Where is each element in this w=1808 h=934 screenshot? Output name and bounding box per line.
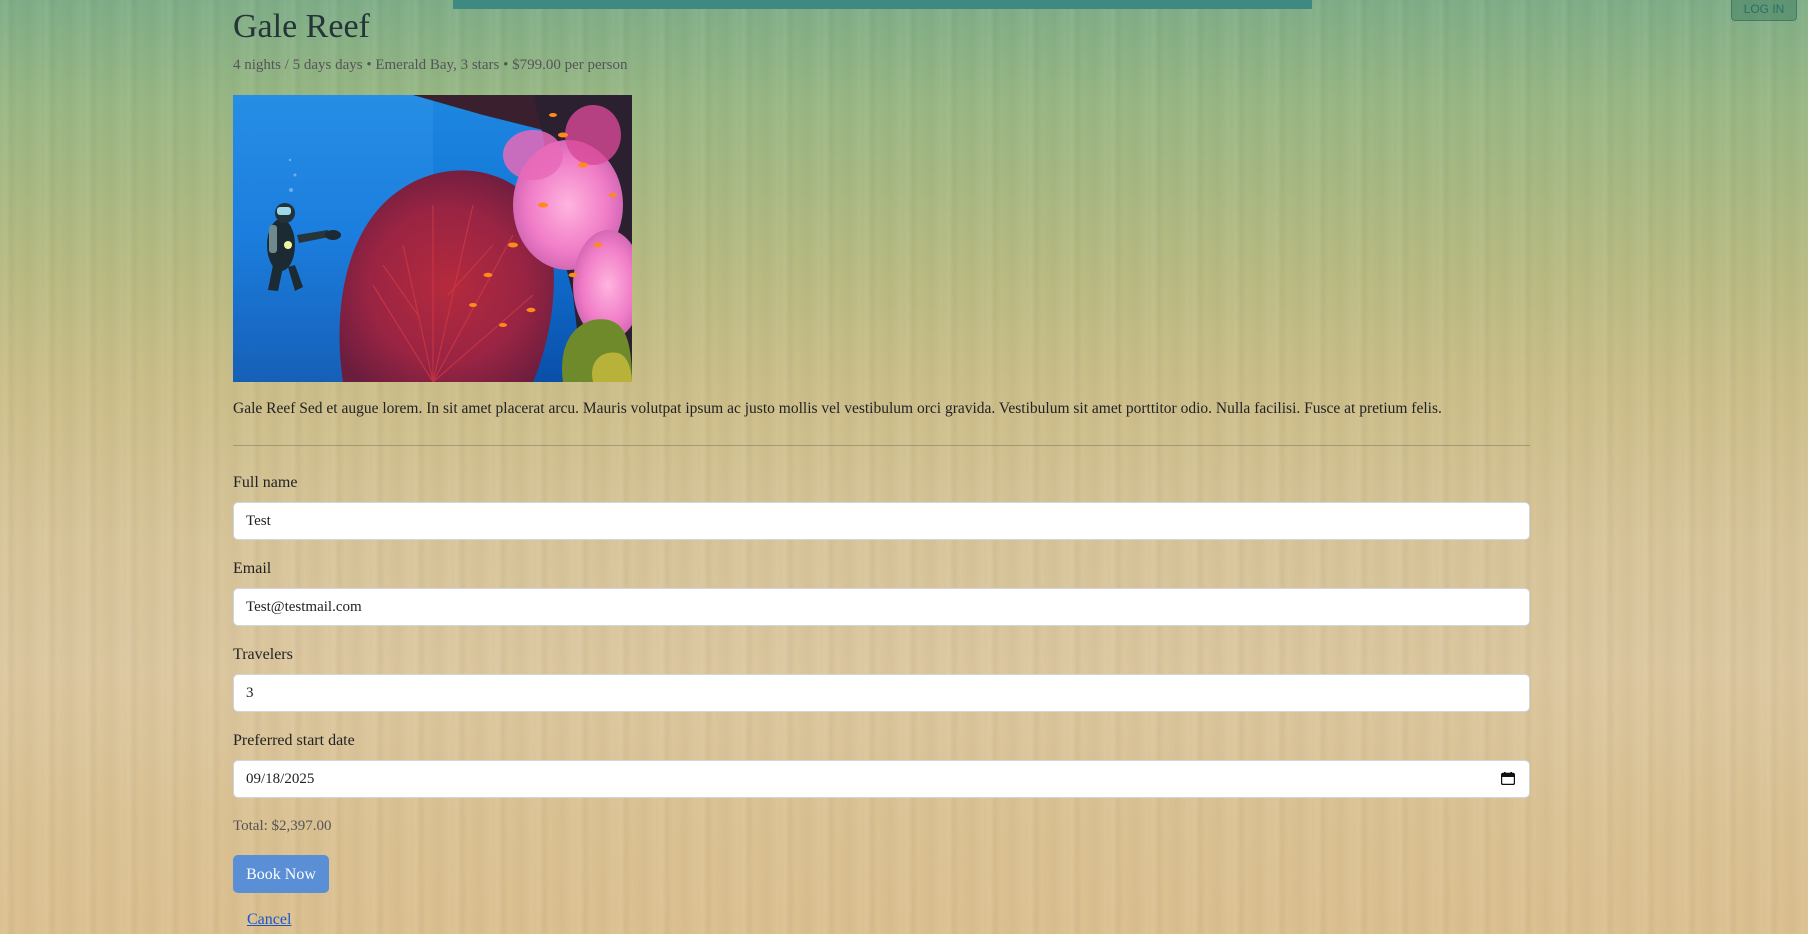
travelers-input[interactable]: 3	[233, 674, 1530, 712]
full-name-label: Full name	[233, 474, 298, 491]
top-nav-strip	[453, 0, 1312, 9]
email-label: Email	[233, 560, 272, 577]
cancel-link[interactable]: Cancel	[247, 911, 291, 929]
travelers-label: Travelers	[233, 646, 293, 663]
tour-image	[233, 95, 632, 382]
email-input[interactable]: Test@testmail.com	[233, 588, 1530, 626]
book-now-button[interactable]: Book Now	[233, 855, 329, 893]
full-name-input[interactable]: Test	[233, 502, 1530, 540]
tour-title: Gale Reef	[233, 8, 370, 45]
divider	[233, 445, 1530, 446]
total-price: Total: $2,397.00	[233, 818, 332, 834]
start-date-input[interactable]: 09/18/2025	[233, 760, 1530, 798]
start-date-label: Preferred start date	[233, 732, 355, 749]
tour-meta: 4 nights / 5 days days • Emerald Bay, 3 …	[233, 57, 628, 73]
tour-description: Gale Reef Sed et augue lorem. In sit ame…	[233, 400, 1442, 417]
start-date-value: 09/18/2025	[246, 771, 315, 787]
login-button[interactable]: LOG IN	[1731, 0, 1797, 21]
calendar-icon[interactable]	[1501, 772, 1515, 785]
